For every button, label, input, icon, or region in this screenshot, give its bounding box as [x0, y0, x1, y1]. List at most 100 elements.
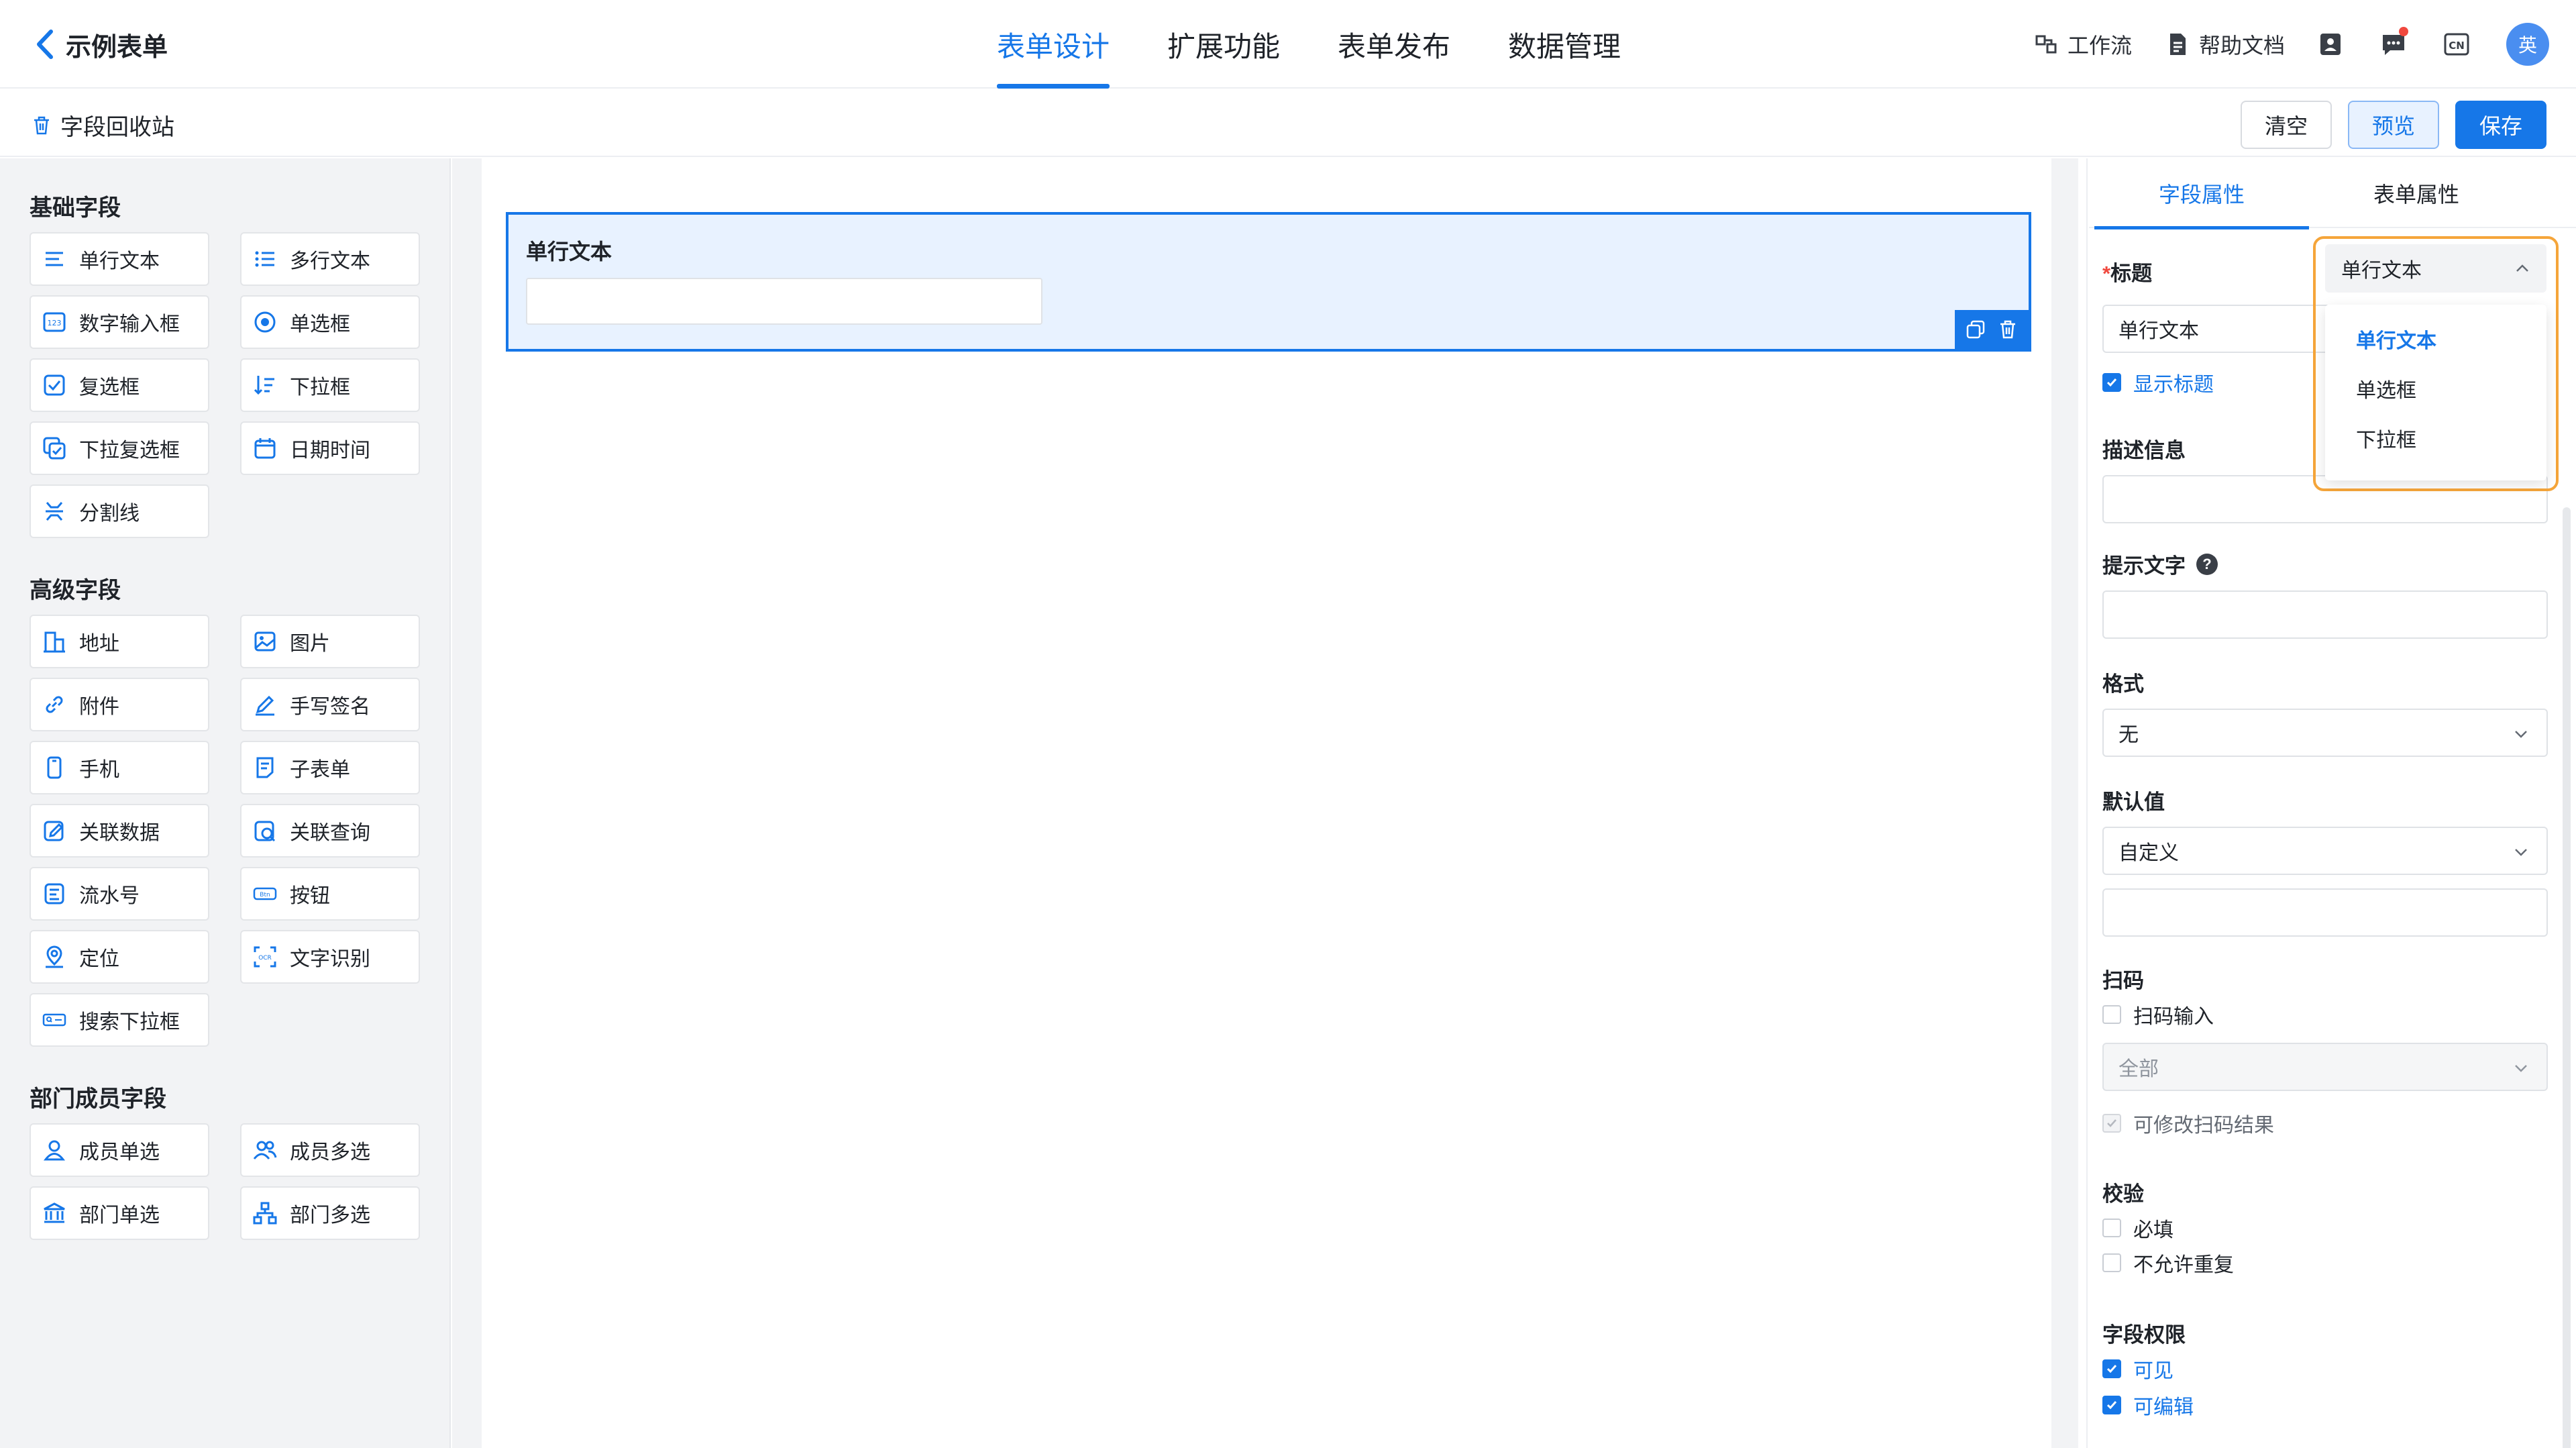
field-dropdown[interactable]: 下拉框 — [240, 358, 420, 412]
field-dept-multi[interactable]: 部门多选 — [240, 1186, 420, 1240]
scan-input-checkbox[interactable]: 扫码输入 — [2102, 1000, 2214, 1029]
help-docs-link[interactable]: 帮助文档 — [2164, 29, 2285, 60]
field-label: 附件 — [79, 696, 119, 718]
field-ocr[interactable]: OCR 文字识别 — [240, 930, 420, 984]
workflow-link[interactable]: 工作流 — [2033, 29, 2132, 60]
trash-icon — [34, 116, 49, 134]
field-label: 手写签名 — [290, 696, 370, 718]
panel-scrollbar[interactable] — [2563, 507, 2571, 1448]
phone-icon — [47, 756, 62, 779]
field-search-dropdown[interactable]: 搜索下拉框 — [30, 993, 209, 1047]
tab-form-design[interactable]: 表单设计 — [997, 0, 1110, 89]
tab-field-properties[interactable]: 字段属性 — [2094, 158, 2309, 229]
required-mark: * — [2102, 262, 2111, 285]
format-value: 无 — [2118, 724, 2139, 746]
back-button[interactable]: 示例表单 — [34, 25, 168, 63]
field-member-single[interactable]: 成员单选 — [30, 1123, 209, 1177]
location-icon — [46, 945, 63, 968]
field-recycle-bin[interactable]: 字段回收站 — [31, 109, 174, 142]
editable-label: 可编辑 — [2133, 1396, 2194, 1418]
default-type-select[interactable]: 自定义 — [2102, 827, 2548, 875]
field-checkbox[interactable]: 复选框 — [30, 358, 209, 412]
required-checkbox[interactable]: 必填 — [2102, 1213, 2174, 1243]
field-multi-text[interactable]: 多行文本 — [240, 232, 420, 286]
tab-publish[interactable]: 表单发布 — [1338, 0, 1450, 89]
show-title-checkbox[interactable]: 显示标题 — [2102, 368, 2214, 397]
field-button[interactable]: Btn 按钮 — [240, 867, 420, 921]
default-value-input[interactable] — [2102, 888, 2548, 937]
field-signature[interactable]: 手写签名 — [240, 678, 420, 731]
field-label: 日期时间 — [290, 439, 370, 462]
field-label: 下拉框 — [290, 376, 350, 399]
clear-button[interactable]: 清空 — [2240, 101, 2332, 149]
avatar[interactable]: 英 — [2506, 23, 2549, 66]
checkbox-box — [2102, 1005, 2121, 1024]
copy-icon[interactable] — [1965, 319, 1986, 340]
field-subform[interactable]: 子表单 — [240, 741, 420, 794]
option-dropdown[interactable]: 下拉框 — [2325, 413, 2546, 463]
messages-button[interactable] — [2376, 27, 2411, 62]
no-duplicate-label: 不允许重复 — [2133, 1254, 2234, 1276]
tab-form-properties[interactable]: 表单属性 — [2309, 158, 2524, 228]
checkbox-box — [2102, 373, 2121, 392]
form-canvas — [482, 158, 2051, 1448]
title-input[interactable]: 单行文本 — [2102, 305, 2330, 353]
no-duplicate-checkbox[interactable]: 不允许重复 — [2102, 1248, 2234, 1278]
group-title-advanced: 高级字段 — [30, 578, 121, 603]
visible-checkbox[interactable]: 可见 — [2102, 1354, 2174, 1384]
form-field-single-text[interactable]: 单行文本 — [506, 212, 2031, 352]
tab-extensions[interactable]: 扩展功能 — [1167, 0, 1280, 89]
field-radio[interactable]: 单选框 — [240, 295, 420, 349]
help-icon[interactable]: ? — [2196, 553, 2218, 575]
field-number-input[interactable]: 123 数字输入框 — [30, 295, 209, 349]
save-button[interactable]: 保存 — [2455, 101, 2546, 149]
check-icon — [2106, 1365, 2117, 1374]
editable-checkbox[interactable]: 可编辑 — [2102, 1390, 2194, 1420]
field-label: 搜索下拉框 — [79, 1011, 180, 1033]
field-phone[interactable]: 手机 — [30, 741, 209, 794]
validation-label: 校验 — [2102, 1182, 2144, 1206]
field-palette: 基础字段 单行文本 多行文本 123 数字输入框 单选框 复选框 下拉框 下拉复… — [0, 158, 451, 1448]
option-single-text[interactable]: 单行文本 — [2325, 314, 2546, 364]
form-actions: 清空 预览 保存 — [2240, 101, 2546, 149]
field-related-query[interactable]: 关联查询 — [240, 804, 420, 858]
show-title-label: 显示标题 — [2133, 374, 2214, 396]
delete-icon[interactable] — [1997, 319, 2019, 340]
field-divider[interactable]: 分割线 — [30, 484, 209, 538]
hint-input[interactable] — [2102, 590, 2548, 639]
field-image[interactable]: 图片 — [240, 615, 420, 668]
field-label: 单选框 — [290, 313, 350, 335]
btn-icon: Btn — [253, 887, 277, 900]
preview-button[interactable]: 预览 — [2347, 101, 2439, 149]
field-type-select[interactable]: 单行文本 — [2325, 244, 2546, 293]
option-radio[interactable]: 单选框 — [2325, 364, 2546, 413]
list-icon — [255, 251, 274, 267]
language-button[interactable]: CN — [2439, 27, 2474, 62]
search-select-icon — [42, 1013, 66, 1027]
radio-icon — [254, 311, 276, 333]
chevron-down-icon — [2515, 849, 2527, 856]
language-icon: CN — [2444, 33, 2469, 56]
field-member-multi[interactable]: 成员多选 — [240, 1123, 420, 1177]
scan-label: 扫码 — [2102, 969, 2144, 992]
contacts-button[interactable] — [2313, 27, 2348, 62]
required-label: 必填 — [2133, 1219, 2174, 1241]
field-label: 子表单 — [290, 759, 350, 781]
field-location[interactable]: 定位 — [30, 930, 209, 984]
field-datetime[interactable]: 日期时间 — [240, 421, 420, 475]
field-dept-single[interactable]: 部门单选 — [30, 1186, 209, 1240]
group-title-member: 部门成员字段 — [30, 1086, 166, 1112]
field-related-data[interactable]: 关联数据 — [30, 804, 209, 858]
field-serial-number[interactable]: 流水号 — [30, 867, 209, 921]
top-header: 示例表单 表单设计 扩展功能 表单发布 数据管理 工作流 帮助文档 CN 英 — [0, 0, 2576, 89]
field-address[interactable]: 地址 — [30, 615, 209, 668]
format-select[interactable]: 无 — [2102, 709, 2548, 757]
link-icon — [46, 696, 63, 713]
scan-input-label: 扫码输入 — [2133, 1006, 2214, 1028]
field-single-text[interactable]: 单行文本 — [30, 232, 209, 286]
visible-label: 可见 — [2133, 1360, 2174, 1382]
checkbox-icon — [44, 374, 65, 396]
field-attachment[interactable]: 附件 — [30, 678, 209, 731]
field-dropdown-multi[interactable]: 下拉复选框 — [30, 421, 209, 475]
tab-data-management[interactable]: 数据管理 — [1508, 0, 1621, 89]
